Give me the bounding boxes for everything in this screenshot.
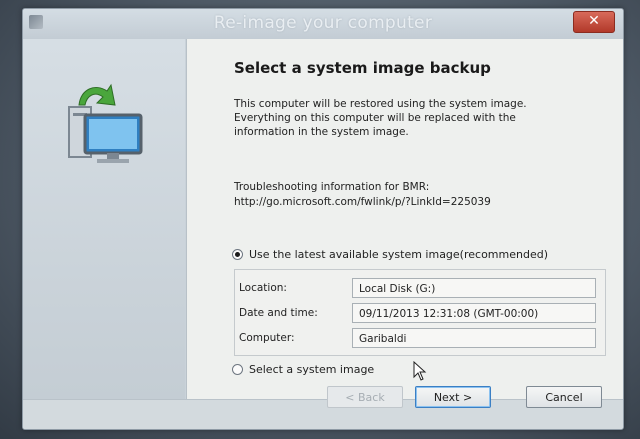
troubleshooting-link[interactable]: http://go.microsoft.com/fwlink/p/?LinkId… <box>234 195 594 210</box>
select-image-label[interactable]: Select a system image <box>249 363 374 376</box>
location-value: Local Disk (G:) <box>352 278 596 298</box>
troubleshooting-info: Troubleshooting information for BMR: htt… <box>234 180 594 210</box>
computer-label: Computer: <box>239 332 295 344</box>
location-row: Location: Local Disk (G:) <box>235 278 605 300</box>
datetime-value: 09/11/2013 12:31:08 (GMT-00:00) <box>352 303 596 323</box>
use-latest-label[interactable]: Use the latest available system image(re… <box>249 248 548 261</box>
computer-value: Garibaldi <box>352 328 596 348</box>
description-line: Everything on this computer will be repl… <box>234 112 516 124</box>
use-latest-image-option[interactable]: Use the latest available system image(re… <box>232 246 548 262</box>
title-bar[interactable]: Re-image your computer ✕ <box>23 9 623 39</box>
datetime-row: Date and time: 09/11/2013 12:31:08 (GMT-… <box>235 303 605 325</box>
location-label: Location: <box>239 282 287 294</box>
close-button[interactable]: ✕ <box>573 11 615 33</box>
description-line: information in the system image. <box>234 126 409 138</box>
mouse-pointer-icon <box>413 361 427 381</box>
system-image-restore-icon <box>68 83 143 163</box>
description-text: This computer will be restored using the… <box>234 97 584 139</box>
next-button[interactable]: Next > <box>415 386 491 408</box>
description-line: This computer will be restored using the… <box>234 98 527 110</box>
cancel-button[interactable]: Cancel <box>526 386 602 408</box>
image-details-panel: Location: Local Disk (G:) Date and time:… <box>234 269 606 356</box>
select-image-radio[interactable] <box>232 363 243 375</box>
wizard-content: Select a system image backup This comput… <box>186 39 623 399</box>
page-heading: Select a system image backup <box>234 59 491 77</box>
troubleshooting-label: Troubleshooting information for BMR: <box>234 181 430 193</box>
back-button[interactable]: < Back <box>327 386 403 408</box>
monitor-screen: Re-image your computer ✕ Select a system… <box>0 0 640 439</box>
use-latest-radio[interactable] <box>232 248 243 260</box>
wizard-sidebar <box>23 39 185 399</box>
window-title: Re-image your computer <box>213 13 433 33</box>
datetime-label: Date and time: <box>239 307 318 319</box>
computer-row: Computer: Garibaldi <box>235 328 605 350</box>
select-image-option[interactable]: Select a system image <box>232 361 374 377</box>
reimage-dialog: Re-image your computer ✕ Select a system… <box>22 8 624 430</box>
